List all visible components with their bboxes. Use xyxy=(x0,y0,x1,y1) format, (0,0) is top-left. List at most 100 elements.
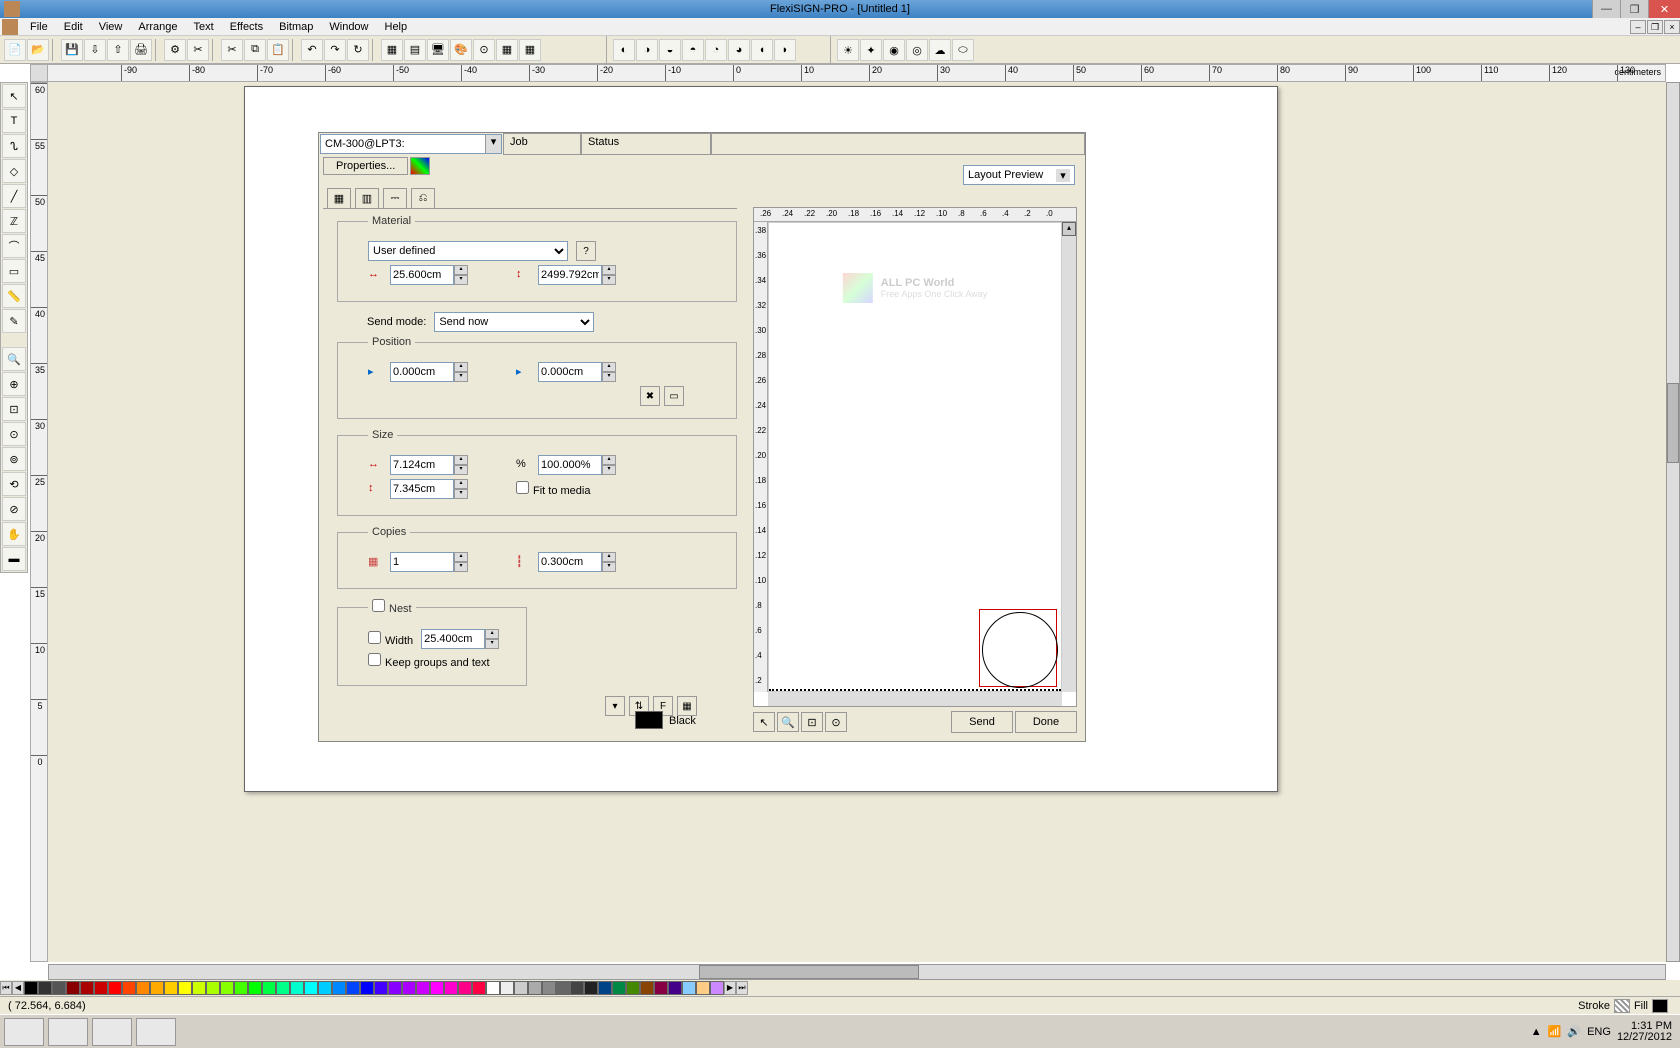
tray-clock[interactable]: 1:31 PM 12/27/2012 xyxy=(1617,1021,1672,1043)
color-swatch[interactable] xyxy=(710,981,724,995)
color-swatch[interactable] xyxy=(150,981,164,995)
color-swatch[interactable] xyxy=(262,981,276,995)
taskbar-app4[interactable] xyxy=(136,1018,176,1046)
menu-effects[interactable]: Effects xyxy=(222,21,271,33)
color-swatch[interactable] xyxy=(136,981,150,995)
horizontal-ruler[interactable]: centimeters -90-80-70-60-50-40-30-20-100… xyxy=(30,64,1666,82)
preview-canvas[interactable]: ALL PC WorldFree Apps One Click Away xyxy=(768,222,1062,692)
color-swatch[interactable] xyxy=(430,981,444,995)
rect-tool[interactable]: ▭ xyxy=(2,259,26,283)
color-swatch[interactable] xyxy=(388,981,402,995)
color-swatch[interactable] xyxy=(80,981,94,995)
preview-zoomsel-tool[interactable]: ⊙ xyxy=(825,712,847,732)
zoom-sel-tool[interactable]: ⊙ xyxy=(2,422,26,446)
nest-keep-check[interactable]: Keep groups and text xyxy=(368,653,490,669)
zoom-prev-tool[interactable]: ⟲ xyxy=(2,472,26,496)
swatch-button[interactable]: ▦ xyxy=(496,39,518,61)
color-swatch[interactable] xyxy=(598,981,612,995)
pos-reset-button[interactable]: ▭ xyxy=(664,386,684,406)
open-button[interactable]: 📂 xyxy=(27,39,49,61)
tab-advanced[interactable]: ⎌ xyxy=(411,188,435,208)
color-swatch[interactable] xyxy=(220,981,234,995)
redo-button[interactable]: ↷ xyxy=(324,39,346,61)
color-swatch[interactable] xyxy=(304,981,318,995)
taskbar-app1[interactable] xyxy=(4,1018,44,1046)
fit-media-check[interactable]: Fit to media xyxy=(516,481,590,497)
material-height-input[interactable]: ▴▾ xyxy=(538,265,618,285)
shape3-button[interactable]: ◓ xyxy=(682,39,704,61)
shape2-button[interactable]: ◒ xyxy=(659,39,681,61)
color-swatch[interactable] xyxy=(332,981,346,995)
tab-general[interactable]: ▦ xyxy=(327,188,351,208)
color-swatch[interactable] xyxy=(276,981,290,995)
zoom-obj-tool[interactable]: ⊚ xyxy=(2,447,26,471)
menu-text[interactable]: Text xyxy=(186,21,222,33)
color-swatch[interactable] xyxy=(542,981,556,995)
color-swatch[interactable] xyxy=(360,981,374,995)
color-swatch[interactable] xyxy=(654,981,668,995)
opt4-button[interactable]: ▦ xyxy=(677,696,697,716)
color-swatch[interactable] xyxy=(402,981,416,995)
new-doc-button[interactable]: 📄 xyxy=(4,39,26,61)
copies-spacing-input[interactable]: ▴▾ xyxy=(538,552,618,572)
copies-count-input[interactable]: ▴▾ xyxy=(390,552,470,572)
size-w-input[interactable]: ▴▾ xyxy=(390,455,470,475)
line-tool[interactable]: ╱ xyxy=(2,184,26,208)
device-combo[interactable]: CM-300@LPT3: ▾ xyxy=(320,134,502,154)
main-hscroll[interactable] xyxy=(48,964,1666,980)
color-swatch[interactable] xyxy=(570,981,584,995)
color-swatch[interactable] xyxy=(52,981,66,995)
shape-tool[interactable]: ◇ xyxy=(2,159,26,183)
cut-plot-button[interactable]: ✂ xyxy=(187,39,209,61)
eyedropper-button[interactable]: ⊙ xyxy=(473,39,495,61)
arc-tool[interactable]: ⌒ xyxy=(2,234,26,258)
save-button[interactable]: 💾 xyxy=(61,39,83,61)
shape7-button[interactable]: ◗ xyxy=(774,39,796,61)
color-swatch[interactable] xyxy=(24,981,38,995)
color-swatch[interactable] xyxy=(668,981,682,995)
preview-select-tool[interactable]: ↖ xyxy=(753,712,775,732)
tray-network-icon[interactable]: 📶 xyxy=(1548,1025,1562,1038)
nest-legend[interactable]: Nest xyxy=(368,599,416,615)
menu-help[interactable]: Help xyxy=(377,21,416,33)
shape5-button[interactable]: ◕ xyxy=(728,39,750,61)
color-swatch[interactable] xyxy=(234,981,248,995)
send-button[interactable]: Send xyxy=(951,711,1013,733)
mdi-minimize[interactable]: – xyxy=(1630,20,1646,34)
bezier-tool[interactable]: ᔐ xyxy=(2,134,26,158)
size-scale-input[interactable]: ▴▾ xyxy=(538,455,618,475)
layout-preview-combo[interactable]: Layout Preview▾ xyxy=(963,165,1075,185)
color-swatch[interactable] xyxy=(66,981,80,995)
color-swatch[interactable] xyxy=(416,981,430,995)
import-button[interactable]: ⇩ xyxy=(84,39,106,61)
shape1-button[interactable]: ◑ xyxy=(636,39,658,61)
color-swatch[interactable] xyxy=(626,981,640,995)
vertical-ruler[interactable]: 605550454035302520151050 xyxy=(30,82,48,962)
material-combo[interactable]: User defined xyxy=(368,241,568,261)
material-info-button[interactable]: ? xyxy=(576,241,596,261)
rip-button[interactable]: ⚙ xyxy=(164,39,186,61)
done-button[interactable]: Done xyxy=(1015,711,1077,733)
pan-tool[interactable]: ✋ xyxy=(2,522,26,546)
color-mixer-button[interactable]: 🎨 xyxy=(450,39,472,61)
shape6-button[interactable]: ◖ xyxy=(751,39,773,61)
distort-tool[interactable]: ℤ xyxy=(2,209,26,233)
mdi-close[interactable]: × xyxy=(1664,20,1680,34)
color-swatch[interactable] xyxy=(444,981,458,995)
send-mode-combo[interactable]: Send now xyxy=(434,312,594,332)
fx2-button[interactable]: ✦ xyxy=(860,39,882,61)
color-swatch[interactable] xyxy=(290,981,304,995)
redo-last-button[interactable]: ↻ xyxy=(347,39,369,61)
stroke-swatch[interactable] xyxy=(1614,999,1630,1013)
tab-panel[interactable]: ▥ xyxy=(355,188,379,208)
color-specs-button[interactable]: ▦ xyxy=(519,39,541,61)
ruler-origin[interactable] xyxy=(30,64,48,82)
palette-prev[interactable]: ◀ xyxy=(12,981,24,995)
color-swatch[interactable] xyxy=(206,981,220,995)
properties-button[interactable]: Properties... xyxy=(323,157,408,175)
color-swatch[interactable] xyxy=(178,981,192,995)
tab-options[interactable]: ⎓ xyxy=(383,188,407,208)
nest-width-check[interactable]: Width xyxy=(368,631,413,647)
fill-stroke-button[interactable]: ▤ xyxy=(404,39,426,61)
fx1-button[interactable]: ☀ xyxy=(837,39,859,61)
